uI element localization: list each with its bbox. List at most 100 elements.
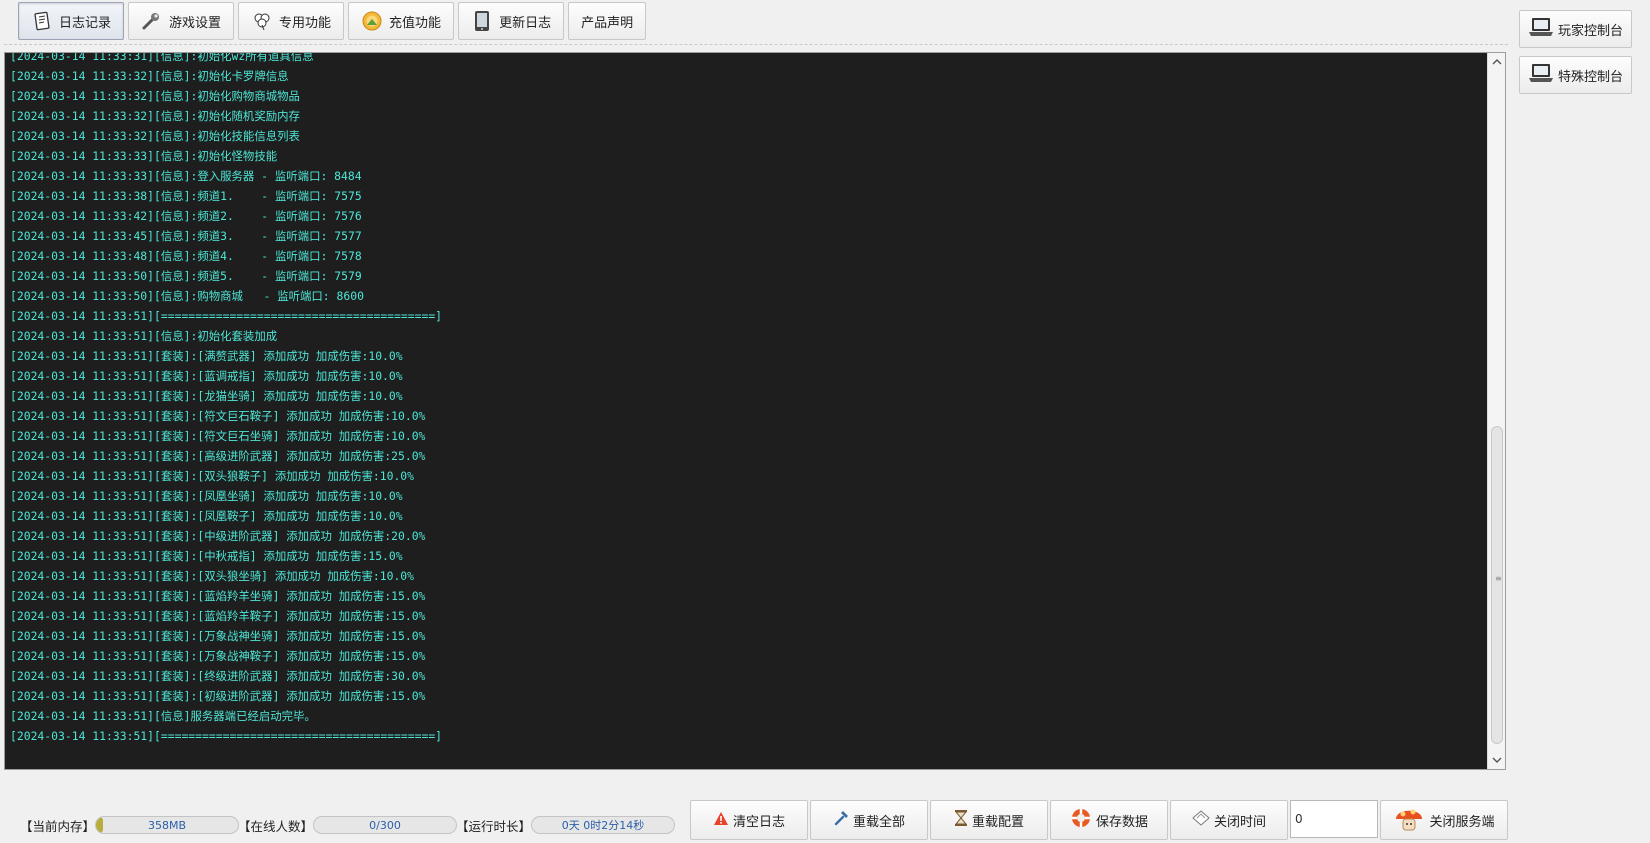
log-line: [2024-03-14 11:33:51][信息]:初始化套装加成 [10,329,278,343]
tab-divider [4,44,1508,45]
special-console-button[interactable]: 特殊控制台 [1519,56,1632,94]
uptime-label: 【运行时长】 [456,818,532,834]
log-lines: [2024-03-14 11:33:31][信息]:初始化wz所有道具信息 [20… [10,53,442,746]
wrench-icon [141,10,163,32]
reload-all-label: 重载全部 [852,814,905,830]
log-line: [2024-03-14 11:33:51][套装]:[万象战神鞍子] 添加成功 … [10,649,426,663]
hammer-icon [833,810,849,830]
log-line: [2024-03-14 11:33:32][信息]:初始化随机奖励内存 [10,109,300,123]
gold-coin-icon [361,10,383,32]
log-line: [2024-03-14 11:33:33][信息]:初始化怪物技能 [10,149,278,163]
log-line: [2024-03-14 11:33:42][信息]:频道2. - 监听端口: 7… [10,209,362,223]
tab-game-settings[interactable]: 游戏设置 [128,2,235,40]
log-line: [2024-03-14 11:33:51][==================… [10,729,443,743]
log-line: [2024-03-14 11:33:31][信息]:初始化wz所有道具信息 [10,53,314,63]
log-line: [2024-03-14 11:33:51][==================… [10,309,443,323]
uptime-status: 【运行时长】 0天 0时2分14秒 [456,815,676,835]
online-bar: 0/300 [313,816,458,834]
tab-label: 专用功能 [279,15,332,31]
tab-label: 产品声明 [581,15,634,31]
shutdown-server-button[interactable]: 关闭服务端 [1380,800,1508,840]
reload-config-button[interactable]: 重载配置 [930,800,1048,840]
log-line: [2024-03-14 11:33:51][信息]服务器端已经启动完毕。 [10,709,316,723]
memory-bar-fill [96,817,104,833]
lifebuoy-icon [1070,807,1092,833]
clear-log-button[interactable]: 清空日志 [690,800,808,840]
log-console-frame: [2024-03-14 11:33:31][信息]:初始化wz所有道具信息 [20… [4,52,1506,770]
close-time-label: 关闭时间 [1213,814,1266,830]
log-line: [2024-03-14 11:33:51][套装]:[高级进阶武器] 添加成功 … [10,449,426,463]
log-line: [2024-03-14 11:33:32][信息]:初始化卡罗牌信息 [10,69,289,83]
online-status: 【在线人数】 0/300 [238,815,458,835]
scroll-down-icon[interactable] [1488,751,1506,769]
tablet-icon [471,10,493,32]
log-line: [2024-03-14 11:33:32][信息]:初始化购物商城物品 [10,89,300,103]
log-line: [2024-03-14 11:33:51][套装]:[凤凰鞍子] 添加成功 加成… [10,509,403,523]
player-console-button[interactable]: 玩家控制台 [1519,10,1632,48]
tab-recharge[interactable]: 充值功能 [348,2,455,40]
log-line: [2024-03-14 11:33:51][套装]:[符文巨石坐骑] 添加成功 … [10,429,426,443]
scroll-up-icon[interactable] [1488,53,1506,71]
log-line: [2024-03-14 11:33:50][信息]:频道5. - 监听端口: 7… [10,269,362,283]
scrollbar-thumb[interactable]: ≡ [1491,426,1503,744]
log-line: [2024-03-14 11:33:51][套装]:[蓝焰羚羊鞍子] 添加成功 … [10,609,426,623]
log-line: [2024-03-14 11:33:51][套装]:[初级进阶武器] 添加成功 … [10,689,426,703]
log-line: [2024-03-14 11:33:32][信息]:初始化技能信息列表 [10,129,300,143]
memory-value: 358MB [147,818,187,832]
log-line: [2024-03-14 11:33:51][套装]:[双头狼坐骑] 添加成功 加… [10,569,415,583]
notebook-icon [31,10,53,32]
log-line: [2024-03-14 11:33:51][套装]:[满赘武器] 添加成功 加成… [10,349,403,363]
diamond-icon [1192,810,1210,830]
log-line: [2024-03-14 11:33:51][套装]:[万象战神坐骑] 添加成功 … [10,629,426,643]
log-line: [2024-03-14 11:33:51][套装]:[蓝焰羚羊坐骑] 添加成功 … [10,589,426,603]
close-time-input[interactable] [1290,800,1378,838]
log-line: [2024-03-14 11:33:51][套装]:[双头狼鞍子] 添加成功 加… [10,469,415,483]
tab-label: 更新日志 [499,15,552,31]
save-data-label: 保存数据 [1095,814,1148,830]
tab-product-statement[interactable]: 产品声明 [568,2,647,40]
log-line: [2024-03-14 11:33:51][套装]:[凤凰坐骑] 添加成功 加成… [10,489,403,503]
log-line: [2024-03-14 11:33:51][套装]:[蓝调戒指] 添加成功 加成… [10,369,403,383]
log-line: [2024-03-14 11:33:51][套装]:[终级进阶武器] 添加成功 … [10,669,426,683]
save-data-button[interactable]: 保存数据 [1050,800,1168,840]
log-line: [2024-03-14 11:33:50][信息]:购物商城 - 监听端口: 8… [10,289,364,303]
shutdown-label: 关闭服务端 [1429,814,1495,830]
tab-update-log[interactable]: 更新日志 [458,2,565,40]
memory-label: 【当前内存】 [20,818,96,834]
memory-bar: 358MB [95,816,240,834]
online-label: 【在线人数】 [238,818,314,834]
grip-icon: ≡ [1495,574,1502,583]
log-line: [2024-03-14 11:33:51][套装]:[龙猫坐骑] 添加成功 加成… [10,389,403,403]
special-console-label: 特殊控制台 [1558,69,1624,85]
online-value: 0/300 [369,818,401,832]
log-line: [2024-03-14 11:33:51][套装]:[符文巨石鞍子] 添加成功 … [10,409,426,423]
clover-icon [251,10,273,32]
uptime-bar: 0天 0时2分14秒 [531,816,676,834]
log-scrollbar[interactable]: ≡ [1487,53,1505,769]
hourglass-icon [954,810,968,830]
tab-log[interactable]: 日志记录 [18,2,125,40]
warning-icon [713,811,729,830]
uptime-value: 0天 0时2分14秒 [561,819,645,832]
log-line: [2024-03-14 11:33:48][信息]:频道4. - 监听端口: 7… [10,249,362,263]
tab-label: 充值功能 [389,15,442,31]
reload-all-button[interactable]: 重载全部 [810,800,928,840]
memory-status: 【当前内存】 358MB [20,815,240,835]
tab-label: 日志记录 [59,15,112,31]
reload-config-label: 重载配置 [971,814,1024,830]
log-line: [2024-03-14 11:33:51][套装]:[中级进阶武器] 添加成功 … [10,529,426,543]
log-line: [2024-03-14 11:33:45][信息]:频道3. - 监听端口: 7… [10,229,362,243]
log-console[interactable]: [2024-03-14 11:33:31][信息]:初始化wz所有道具信息 [20… [5,53,1487,769]
log-line: [2024-03-14 11:33:51][套装]:[中秋戒指] 添加成功 加成… [10,549,403,563]
tab-special-functions[interactable]: 专用功能 [238,2,345,40]
tab-label: 游戏设置 [169,15,222,31]
mushroom-icon [1393,803,1425,837]
close-time-button[interactable]: 关闭时间 [1170,800,1288,840]
laptop-icon [1528,16,1554,42]
player-console-label: 玩家控制台 [1558,23,1624,39]
top-tab-bar: 日志记录 游戏设置 专用功能 充值功能 更新日志 产品声明 [18,2,647,44]
log-line: [2024-03-14 11:33:38][信息]:频道1. - 监听端口: 7… [10,189,362,203]
clear-log-label: 清空日志 [732,814,785,830]
log-line: [2024-03-14 11:33:33][信息]:登入服务器 - 监听端口: … [10,169,362,183]
laptop-icon [1528,62,1554,88]
